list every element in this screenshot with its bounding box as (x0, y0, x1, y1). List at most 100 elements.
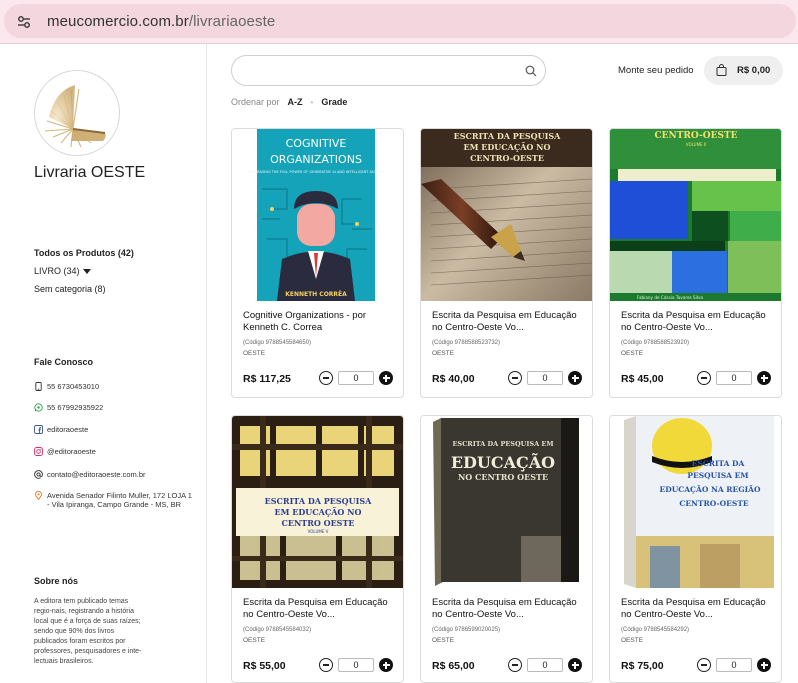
product-title[interactable]: Escrita da Pesquisa em Educação no Centr… (621, 310, 773, 334)
product-price: R$ 117,25 (243, 373, 291, 385)
quantity-input[interactable]: 0 (338, 371, 374, 385)
increase-quantity-button[interactable] (379, 658, 393, 672)
product-title[interactable]: Cognitive Organizations - por Kenneth C.… (243, 310, 395, 334)
product-price: R$ 75,00 (621, 660, 664, 672)
contact-title: Fale Conosco (34, 357, 94, 367)
sidebar: Livraria OESTE Todos os Produtos (42) LI… (0, 44, 207, 683)
cover-title-line1: COGNITIVE (286, 137, 347, 150)
search-input[interactable] (231, 55, 546, 86)
category-sem-categoria[interactable]: Sem categoria (8) (34, 280, 134, 298)
increase-quantity-button[interactable] (568, 658, 582, 672)
cover-title-line3: EDUCAÇÃO NA REGIÃO (660, 485, 761, 494)
product-publisher: OESTE (432, 637, 455, 644)
sort-bar: Ordenar por A-Z • Grade (231, 97, 347, 107)
about-title: Sobre nós (34, 576, 79, 586)
cover-subtitle: LEVERAGING THE FULL POWER OF GENERATIVE … (248, 170, 384, 174)
increase-quantity-button[interactable] (568, 371, 582, 385)
product-price: R$ 55,00 (243, 660, 286, 672)
contact-phone[interactable]: 55 6730453010 (34, 382, 194, 391)
product-code: (Código 9788545584292) (621, 627, 690, 633)
product-price: R$ 65,00 (432, 660, 475, 672)
shopping-bag-icon (716, 64, 727, 76)
decrease-quantity-button[interactable] (319, 371, 333, 385)
phone-icon (35, 382, 42, 391)
product-publisher: OESTE (621, 350, 644, 357)
contact-email[interactable]: contato@editoraoeste.com.br (34, 470, 194, 479)
product-card[interactable]: ESCRITA DA PESQUISA EM EDUCAÇÃO NA REGIÃ… (609, 415, 782, 683)
product-cover-image[interactable]: ESCRITA DA PESQUISA EM EDUCAÇÃO NA REGIÃ… (610, 416, 781, 588)
category-livro[interactable]: LIVRO (34) (34, 262, 134, 280)
url-field[interactable]: meucomercio.com.br/livrariaoeste (4, 4, 796, 38)
cover-bottom-text: Fabiany de Cássia Tavares Silva (637, 295, 704, 300)
product-title[interactable]: Escrita da Pesquisa em Educação no Centr… (432, 310, 584, 334)
quantity-input[interactable]: 0 (527, 371, 563, 385)
instagram-icon (34, 447, 43, 456)
view-option-grade[interactable]: Grade (321, 97, 347, 107)
cover-title-line2: ORGANIZATIONS (270, 153, 362, 166)
cover-title: CENTRO-OESTE (654, 131, 737, 141)
cover-title: ESCRITA DA (692, 459, 745, 468)
book-cover-color-blocks: CENTRO-OESTE VOLUME II Fabiany de Cássia… (610, 129, 781, 301)
product-code: (Código 9788545584032) (243, 627, 312, 633)
product-card[interactable]: ESCRITA DA PESQUISA EM EDUCAÇÃO NO CENTR… (420, 415, 593, 683)
quantity-input[interactable]: 0 (338, 658, 374, 672)
decrease-quantity-button[interactable] (697, 371, 711, 385)
product-title[interactable]: Escrita da Pesquisa em Educação no Centr… (432, 597, 584, 621)
cart-button[interactable]: R$ 0,00 (704, 56, 783, 85)
category-list: Todos os Produtos (42) LIVRO (34) Sem ca… (34, 244, 134, 298)
product-card[interactable]: ESCRITA DA PESQUISA EM EDUCAÇÃO NO CENTR… (420, 128, 593, 398)
cover-title-line2: PESQUISA EM (687, 471, 748, 480)
decrease-quantity-button[interactable] (508, 658, 522, 672)
decrease-quantity-button[interactable] (508, 371, 522, 385)
facebook-icon (34, 425, 43, 434)
contact-instagram-text: @editoraoeste (47, 447, 96, 456)
contact-facebook[interactable]: editoraoeste (34, 425, 194, 434)
site-settings-icon[interactable] (14, 12, 34, 32)
product-publisher: OESTE (432, 350, 455, 357)
cover-title-line1: ESCRITA DA PESQUISA (454, 131, 561, 141)
decrease-quantity-button[interactable] (697, 658, 711, 672)
product-card[interactable]: CENTRO-OESTE VOLUME II Fabiany de Cássia… (609, 128, 782, 398)
product-title[interactable]: Escrita da Pesquisa em Educação no Centr… (621, 597, 773, 621)
quantity-input[interactable]: 0 (716, 371, 752, 385)
category-all-products[interactable]: Todos os Produtos (42) (34, 244, 134, 262)
product-cover-image[interactable]: CENTRO-OESTE VOLUME II Fabiany de Cássia… (610, 129, 781, 301)
increase-quantity-button[interactable] (757, 371, 771, 385)
sort-option-az[interactable]: A-Z (288, 97, 303, 107)
quantity-input[interactable]: 0 (527, 658, 563, 672)
product-publisher: OESTE (243, 637, 266, 644)
product-cover-image[interactable]: COGNITIVE ORGANIZATIONS LEVERAGING THE F… (232, 129, 403, 301)
whatsapp-icon (34, 403, 43, 412)
increase-quantity-button[interactable] (757, 658, 771, 672)
search-icon[interactable] (525, 65, 537, 77)
product-cover-image[interactable]: ESCRITA DA PESQUISA EM EDUCAÇÃO NO CENTR… (421, 416, 592, 588)
contact-instagram[interactable]: @editoraoeste (34, 447, 194, 456)
book-logo-icon (38, 74, 118, 154)
cover-title-line1: ESCRITA DA PESQUISA EM (452, 440, 553, 448)
quantity-input[interactable]: 0 (716, 658, 752, 672)
product-code: (Código 9786599020025) (432, 627, 501, 633)
product-cover-image[interactable]: ESCRITA DA PESQUISA EM EDUCAÇÃO NO CENTR… (232, 416, 403, 588)
cover-title-line3: CENTRO OESTE (281, 518, 354, 528)
about-text: A editora tem publicado temas regio-nais… (34, 598, 142, 665)
book-cover-window-bars: ESCRITA DA PESQUISA EM EDUCAÇÃO NO CENTR… (232, 416, 403, 588)
store-logo[interactable] (34, 70, 120, 156)
contact-phone-text: 55 6730453010 (47, 382, 100, 391)
product-card[interactable]: COGNITIVE ORGANIZATIONS LEVERAGING THE F… (231, 128, 404, 398)
contact-email-text: contato@editoraoeste.com.br (47, 470, 146, 479)
browser-address-bar: meucomercio.com.br/livrariaoeste (0, 0, 798, 44)
contact-whatsapp[interactable]: 55 67992935922 (34, 403, 194, 412)
increase-quantity-button[interactable] (379, 371, 393, 385)
product-title[interactable]: Escrita da Pesquisa em Educação no Centr… (243, 597, 395, 621)
build-order-link[interactable]: Monte seu pedido (618, 65, 694, 76)
cover-title-big: EDUCAÇÃO (451, 451, 555, 472)
book-cover-pen-paper: ESCRITA DA PESQUISA EM EDUCAÇÃO NO CENTR… (421, 129, 592, 301)
product-cover-image[interactable]: ESCRITA DA PESQUISA EM EDUCAÇÃO NO CENTR… (421, 129, 592, 301)
location-pin-icon (35, 491, 42, 500)
quantity-stepper: 0 (319, 371, 393, 385)
contact-address[interactable]: Avenida Senador Filinto Muller, 172 LOJA… (34, 491, 194, 509)
caret-down-icon[interactable] (82, 269, 91, 275)
cover-title-line1: ESCRITA DA PESQUISA (265, 496, 372, 506)
decrease-quantity-button[interactable] (319, 658, 333, 672)
product-card[interactable]: ESCRITA DA PESQUISA EM EDUCAÇÃO NO CENTR… (231, 415, 404, 683)
